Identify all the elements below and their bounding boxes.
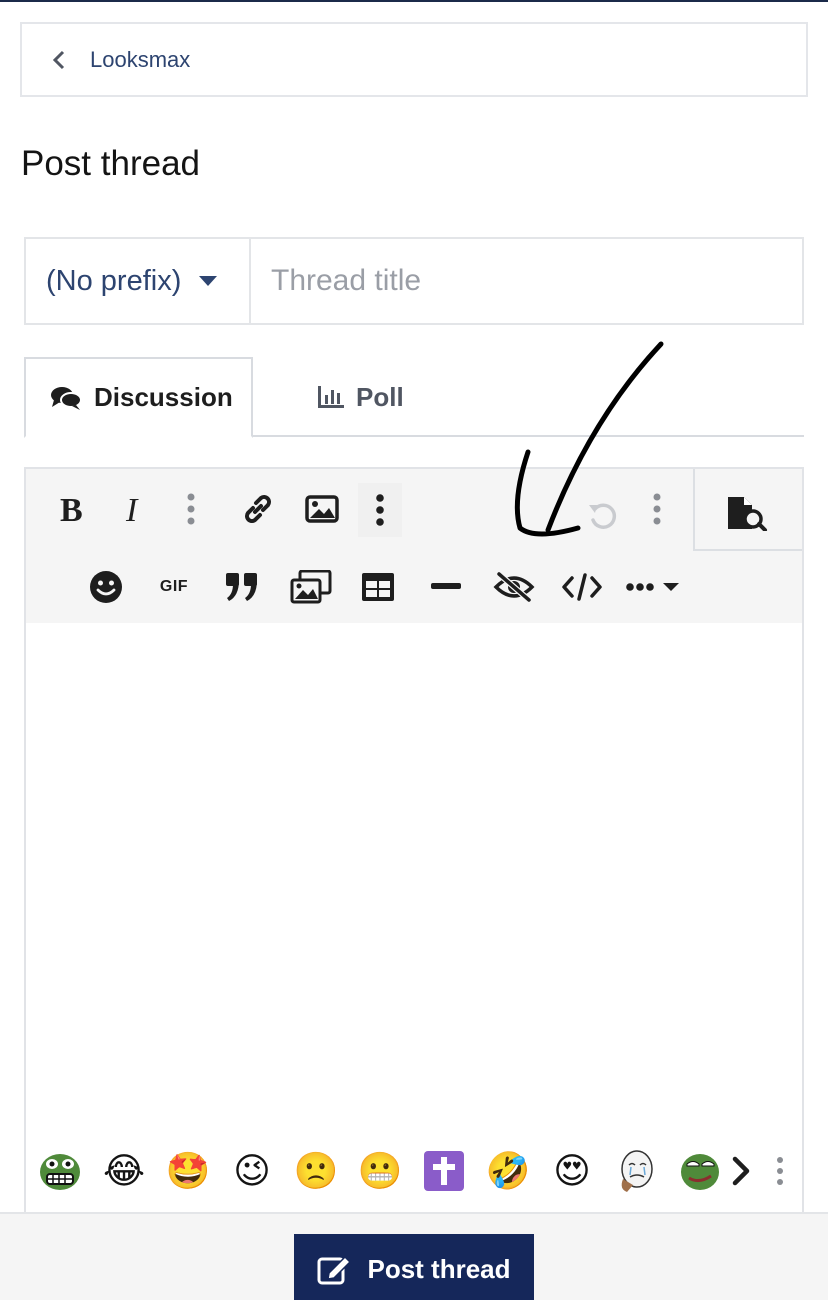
form-footer: Post thread	[0, 1212, 828, 1300]
image-icon	[305, 495, 339, 523]
more-insert-options-button[interactable]	[358, 483, 402, 537]
thread-title-row: (No prefix)	[24, 237, 804, 325]
smilie-pepe-smug[interactable]	[678, 1149, 722, 1193]
table-icon	[362, 573, 394, 601]
top-border	[0, 0, 828, 2]
chevron-left-icon	[52, 50, 66, 70]
spoiler-eye-slash-icon	[493, 571, 535, 603]
smilie-pepe-grimace[interactable]	[38, 1149, 82, 1193]
image-button[interactable]	[302, 489, 342, 529]
more-history-options-button[interactable]	[642, 489, 672, 529]
more-vertical-icon	[653, 493, 661, 525]
smilie-9[interactable]: 😍	[550, 1149, 594, 1193]
prefix-label: (No prefix)	[46, 264, 182, 297]
caret-down-icon	[199, 276, 218, 286]
smilie-8[interactable]: 🤣	[486, 1149, 531, 1193]
post-thread-label: Post thread	[367, 1253, 511, 1284]
smilie-bar: 😂 🤩 😉 🙁 😬 🤣 😍	[26, 1149, 802, 1201]
editor-toolbar-secondary: GIF	[26, 551, 802, 623]
bold-button[interactable]: B	[52, 489, 92, 529]
horizontal-rule-icon	[431, 583, 461, 589]
editor-toolbar-primary: B I	[26, 469, 802, 551]
media-button[interactable]	[290, 567, 332, 607]
code-icon	[562, 573, 602, 601]
more-options-icon	[626, 583, 679, 591]
smilie-crying-wojak[interactable]	[614, 1149, 658, 1193]
smilie-4[interactable]: 😉	[230, 1149, 274, 1193]
link-icon	[245, 495, 271, 523]
gif-button[interactable]: GIF	[154, 567, 194, 607]
chevron-right-icon	[732, 1156, 750, 1186]
breadcrumb[interactable]: Looksmax	[20, 22, 808, 97]
smilie-3[interactable]: 🤩	[166, 1149, 211, 1193]
tab-discussion[interactable]: Discussion	[24, 357, 253, 438]
smilie-button[interactable]	[86, 567, 126, 607]
more-vertical-icon	[187, 493, 195, 525]
gif-icon: GIF	[159, 578, 189, 595]
tab-poll-label: Poll	[356, 381, 404, 412]
bar-chart-icon	[318, 386, 344, 408]
comments-icon	[50, 385, 82, 411]
breadcrumb-label[interactable]: Looksmax	[90, 47, 190, 73]
smilie-6[interactable]: 😬	[358, 1149, 403, 1193]
preview-button[interactable]	[695, 469, 802, 551]
italic-button[interactable]: I	[116, 489, 156, 529]
rich-text-editor[interactable]: B I GIF 😂 🤩 😉 🙁 😬 🤣 😍	[24, 467, 804, 1212]
undo-button[interactable]	[582, 495, 622, 535]
smilie-icon	[90, 571, 122, 603]
undo-icon	[589, 503, 617, 529]
smilie-next-button[interactable]	[726, 1149, 756, 1193]
code-button[interactable]	[560, 567, 604, 607]
smilie-cross[interactable]	[422, 1149, 466, 1193]
more-options-button[interactable]	[624, 567, 682, 607]
smilie-2[interactable]: 😂	[102, 1149, 146, 1193]
editor-content-area[interactable]	[26, 623, 802, 1143]
preview-icon	[728, 497, 767, 531]
more-text-options-button[interactable]	[176, 489, 206, 529]
link-button[interactable]	[238, 489, 278, 529]
thread-type-tabs: Discussion Poll	[24, 357, 804, 438]
smilie-more-button[interactable]	[766, 1149, 794, 1193]
thread-title-input[interactable]	[251, 239, 802, 323]
media-icon	[290, 570, 332, 604]
table-button[interactable]	[358, 567, 398, 607]
tab-poll[interactable]: Poll	[318, 357, 404, 437]
smilie-5[interactable]: 🙁	[294, 1149, 339, 1193]
more-vertical-icon	[376, 494, 384, 526]
edit-icon	[317, 1253, 353, 1285]
quote-icon	[226, 573, 257, 601]
italic-icon: I	[125, 494, 139, 524]
quote-button[interactable]	[222, 567, 262, 607]
svg-text:B: B	[60, 494, 83, 524]
post-thread-button[interactable]: Post thread	[294, 1234, 534, 1300]
prefix-dropdown[interactable]: (No prefix)	[26, 239, 251, 323]
spoiler-button[interactable]	[492, 567, 536, 607]
tab-discussion-label: Discussion	[94, 382, 233, 412]
horizontal-rule-button[interactable]	[426, 567, 466, 607]
bold-icon: B	[60, 494, 83, 524]
svg-text:I: I	[125, 494, 139, 524]
page-title: Post thread	[21, 144, 200, 183]
more-vertical-icon	[777, 1157, 783, 1185]
